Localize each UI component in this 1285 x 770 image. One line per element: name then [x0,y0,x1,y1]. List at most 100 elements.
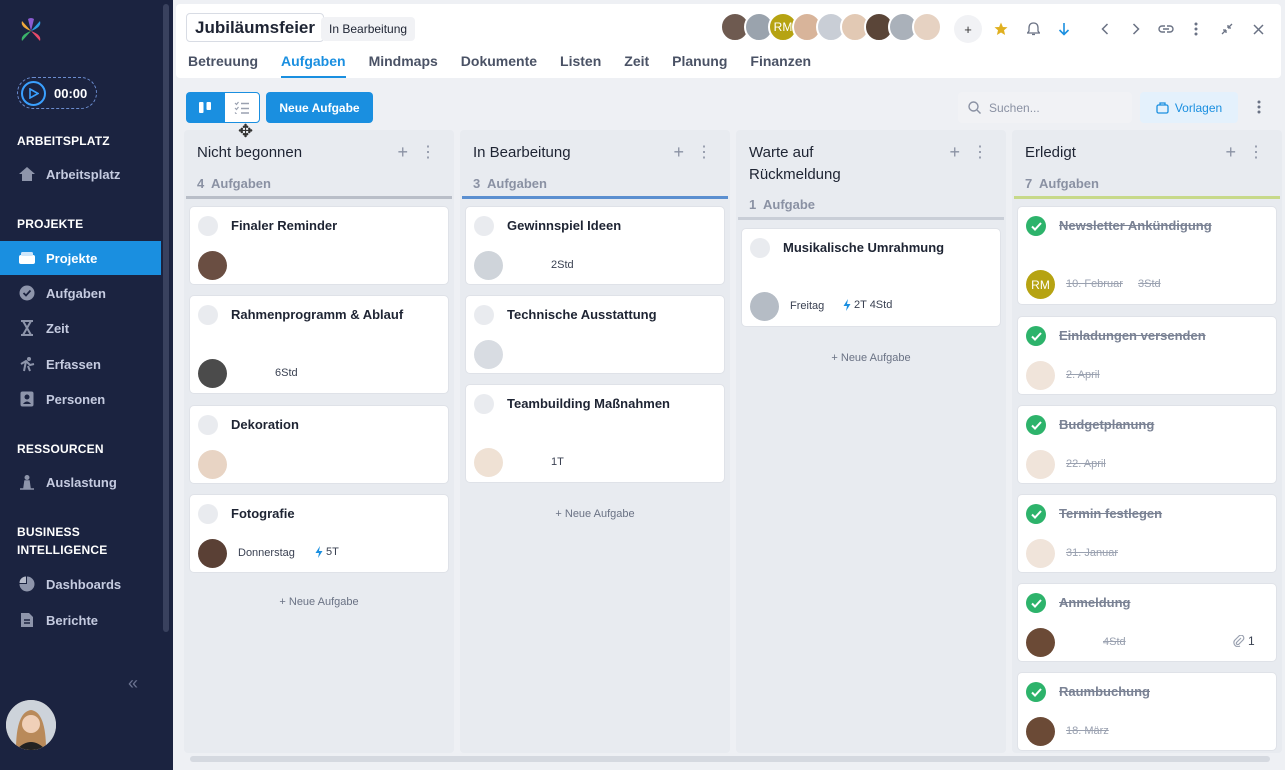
project-title[interactable]: Jubiläumsfeier [186,13,324,42]
assignee-avatar[interactable] [198,450,227,479]
add-task-button[interactable]: + Neue Aufgabe [460,508,730,520]
sidebar-item-auslastung[interactable]: Auslastung [0,465,161,499]
task-checkbox[interactable] [474,305,494,325]
assignee-avatar-rm[interactable]: RM [1026,270,1055,299]
task-card[interactable]: Fotografie Donnerstag 5T [189,494,449,573]
task-card[interactable]: Finaler Reminder [189,206,449,285]
task-card[interactable]: Dekoration [189,405,449,484]
link-icon[interactable] [1154,17,1178,41]
tab-finanzen[interactable]: Finanzen [750,51,811,78]
task-checkbox[interactable] [474,216,494,236]
task-checkbox-checked[interactable] [1026,504,1046,524]
task-card[interactable]: Rahmenprogramm & Ablauf 6Std [189,295,449,394]
add-task-button[interactable]: + Neue Aufgabe [736,352,1006,364]
plus-icon[interactable]: + [673,142,684,163]
plus-icon[interactable]: + [397,142,408,163]
play-icon[interactable] [21,80,46,106]
star-icon[interactable] [989,17,1013,41]
sidebar-item-arbeitsplatz[interactable]: Arbeitsplatz [0,157,161,191]
more-vertical-icon[interactable] [1184,17,1208,41]
new-task-button[interactable]: Neue Aufgabe [266,92,373,123]
assignee-avatar[interactable] [474,251,503,280]
search-input[interactable]: Suchen... [958,92,1132,123]
assignee-avatar[interactable] [1026,539,1055,568]
more-vertical-icon[interactable] [1247,95,1271,119]
assignee-avatar[interactable] [1026,717,1055,746]
collapse-sidebar-icon[interactable]: « [128,673,138,694]
tab-zeit[interactable]: Zeit [624,51,649,78]
task-card[interactable]: Newsletter Ankündigung RM 10. Februar 3S… [1017,206,1277,305]
sidebar-item-aufgaben[interactable]: Aufgaben [0,276,161,310]
minimize-icon[interactable] [1215,17,1239,41]
check-icon [1030,509,1042,519]
assignee-avatar[interactable] [474,340,503,369]
assignee-avatar[interactable] [198,539,227,568]
task-card[interactable]: Anmeldung 4Std 1 [1017,583,1277,662]
sidebar-item-erfassen[interactable]: Erfassen [0,347,161,381]
sidebar-item-label: Personen [46,391,106,407]
project-status-badge[interactable]: In Bearbeitung [321,17,416,41]
task-checkbox[interactable] [198,305,218,325]
bell-icon[interactable] [1021,17,1045,41]
task-checkbox-checked[interactable] [1026,326,1046,346]
task-checkbox[interactable] [474,394,494,414]
tab-mindmaps[interactable]: Mindmaps [369,51,438,78]
assignee-avatar[interactable] [474,448,503,477]
assignee-avatar[interactable] [1026,450,1055,479]
task-checkbox-checked[interactable] [1026,682,1046,702]
plus-icon[interactable]: + [949,142,960,163]
task-checkbox-checked[interactable] [1026,415,1046,435]
task-card[interactable]: Einladungen versenden 2. April [1017,316,1277,395]
more-vertical-icon[interactable]: ⋮ [1248,142,1264,162]
sidebar-item-dashboards[interactable]: Dashboards [0,567,161,601]
arrow-down-icon[interactable] [1052,17,1076,41]
sidebar-item-personen[interactable]: Personen [0,382,161,416]
templates-button[interactable]: Vorlagen [1140,92,1238,123]
task-checkbox-checked[interactable] [1026,593,1046,613]
member-avatar[interactable] [912,12,942,42]
task-card[interactable]: Termin festlegen 31. Januar [1017,494,1277,573]
tab-planung[interactable]: Planung [672,51,727,78]
add-task-button[interactable]: + Neue Aufgabe [184,596,454,608]
assignee-avatar[interactable] [198,359,227,388]
task-card[interactable]: Technische Ausstattung [465,295,725,374]
add-member-button[interactable]: + [954,15,982,43]
board-view-button[interactable] [186,92,224,123]
sidebar-item-zeit[interactable]: Zeit [0,311,161,345]
plus-icon[interactable]: + [1225,142,1236,163]
assignee-avatar[interactable] [750,292,779,321]
task-card[interactable]: Teambuilding Maßnahmen 1T [465,384,725,483]
task-checkbox[interactable] [198,415,218,435]
task-checkbox[interactable] [198,504,218,524]
chevron-right-icon[interactable] [1124,17,1148,41]
more-vertical-icon[interactable]: ⋮ [420,142,436,162]
close-icon[interactable] [1246,17,1270,41]
chevron-left-icon[interactable] [1093,17,1117,41]
tab-aufgaben[interactable]: Aufgaben [281,51,346,78]
tab-betreuung[interactable]: Betreuung [188,51,258,78]
list-view-button[interactable] [224,92,260,123]
task-checkbox[interactable] [750,238,770,258]
user-avatar[interactable] [6,700,56,750]
sidebar-scrollbar[interactable] [163,4,169,632]
app-logo[interactable] [17,17,45,45]
task-card[interactable]: Musikalische Umrahmung Freitag 2T 4Std [741,228,1001,327]
tab-listen[interactable]: Listen [560,51,601,78]
tab-dokumente[interactable]: Dokumente [461,51,537,78]
task-card[interactable]: Budgetplanung 22. April [1017,405,1277,484]
task-card[interactable]: Gewinnspiel Ideen 2Std [465,206,725,285]
task-attachments[interactable]: 1 [1233,634,1255,648]
horizontal-scrollbar[interactable] [190,756,1270,762]
assignee-avatar[interactable] [1026,628,1055,657]
task-checkbox[interactable] [198,216,218,236]
time-tracker[interactable]: 00:00 [17,77,97,109]
member-avatars[interactable]: RM [720,12,942,42]
more-vertical-icon[interactable]: ⋮ [972,142,988,162]
sidebar-item-berichte[interactable]: Berichte [0,603,161,637]
assignee-avatar[interactable] [1026,361,1055,390]
task-card[interactable]: Raumbuchung 18. März [1017,672,1277,751]
assignee-avatar[interactable] [198,251,227,280]
sidebar-item-projekte[interactable]: Projekte [0,241,161,275]
task-checkbox-checked[interactable] [1026,216,1046,236]
more-vertical-icon[interactable]: ⋮ [696,142,712,162]
